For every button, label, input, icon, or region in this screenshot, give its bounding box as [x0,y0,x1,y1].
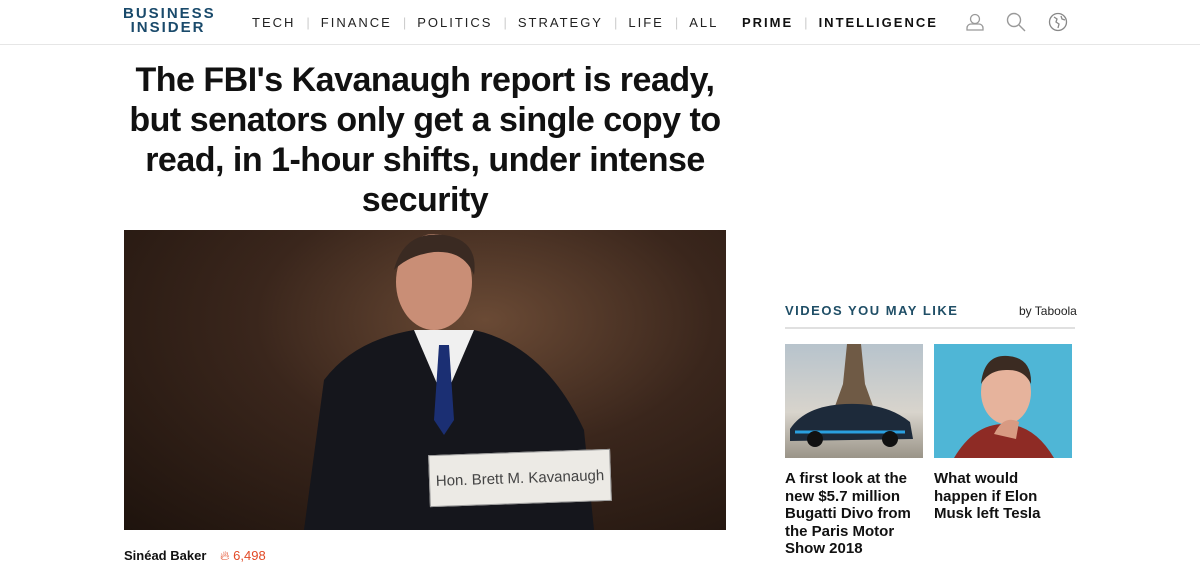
article-headline: The FBI's Kavanaugh report is ready, but… [129,61,721,219]
divider: | [674,15,679,30]
article-hero-image: Hon. Brett M. Kavanaugh [124,230,726,530]
videos-section-title: VIDEOS YOU MAY LIKE [785,303,959,318]
nav-finance[interactable]: FINANCE [321,15,392,30]
view-count: 🔥︎ 6,498 [220,548,266,564]
user-icon[interactable] [965,12,985,32]
view-count-value: 6,498 [233,548,266,563]
video-caption[interactable]: What would happen if Elon Musk left Tesl… [934,470,1072,523]
divider: | [306,15,310,30]
nav-tech[interactable]: TECH [252,15,295,30]
divider: | [804,15,808,30]
video-thumbnail[interactable] [785,344,923,458]
video-card[interactable]: What would happen if Elon Musk left Tesl… [934,344,1072,523]
video-thumbnail[interactable] [934,344,1072,458]
secondary-nav: PRIME | INTELLIGENCE [742,15,938,30]
business-insider-logo[interactable]: BUSINESS INSIDER [123,6,214,35]
divider: | [402,15,407,30]
taboola-attribution[interactable]: by Taboola [1019,304,1077,318]
author-name[interactable]: Sinéad Baker [124,548,206,563]
fire-icon: 🔥︎ [220,548,230,563]
divider: | [503,15,507,30]
divider [785,327,1075,329]
car-eiffel-image [790,344,913,447]
nav-prime[interactable]: PRIME [742,15,793,30]
site-header: BUSINESS INSIDER TECH | FINANCE | POLITICS… [0,0,1200,45]
nav-politics[interactable]: POLITICS [417,15,492,30]
video-card[interactable]: A first look at the new $5.7 million Bug… [785,344,923,558]
nav-life[interactable]: LIFE [628,15,663,30]
globe-icon[interactable] [1048,12,1068,32]
elon-musk-image [954,355,1054,458]
main-nav: TECH | FINANCE | POLITICS | STRATEGY | LIFE |… [252,15,718,30]
nav-strategy[interactable]: STRATEGY [518,15,603,30]
nav-intelligence[interactable]: INTELLIGENCE [819,15,938,30]
name-placard: Hon. Brett M. Kavanaugh [428,448,612,508]
search-icon[interactable] [1006,12,1026,32]
divider: | [613,15,618,30]
nav-all[interactable]: ALL [689,15,718,30]
video-caption[interactable]: A first look at the new $5.7 million Bug… [785,470,923,558]
